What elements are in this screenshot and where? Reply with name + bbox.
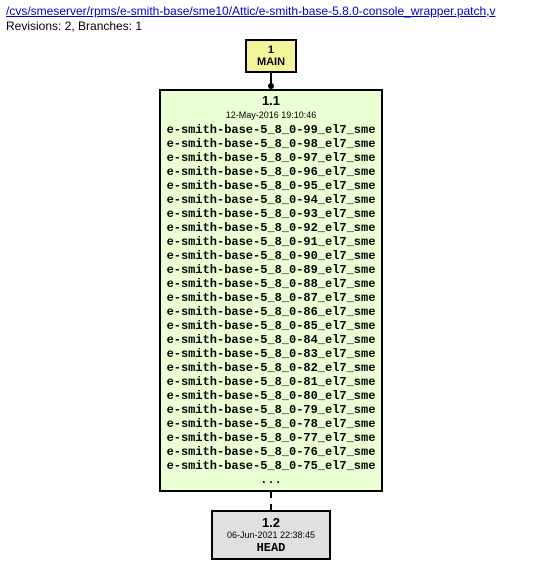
revision-tag: e-smith-base-5_8_0-77_el7_sme (167, 431, 376, 445)
revision-number: 1.1 (167, 94, 376, 108)
revision-tag: e-smith-base-5_8_0-89_el7_sme (167, 263, 376, 277)
revision-tag: e-smith-base-5_8_0-96_el7_sme (167, 165, 376, 179)
revision-tag: e-smith-base-5_8_0-94_el7_sme (167, 193, 376, 207)
revision-tag: e-smith-base-5_8_0-82_el7_sme (167, 361, 376, 375)
revision-tag: e-smith-base-5_8_0-98_el7_sme (167, 137, 376, 151)
revision-tag: e-smith-base-5_8_0-93_el7_sme (167, 207, 376, 221)
edge (268, 73, 274, 89)
revision-tag: e-smith-base-5_8_0-91_el7_sme (167, 235, 376, 249)
branch-label: MAIN (257, 56, 285, 68)
revision-tag: HEAD (227, 541, 315, 555)
revision-tag: e-smith-base-5_8_0-80_el7_sme (167, 389, 376, 403)
revision-number: 1.2 (227, 515, 315, 530)
revision-tag: e-smith-base-5_8_0-84_el7_sme (167, 333, 376, 347)
revision-tag: e-smith-base-5_8_0-86_el7_sme (167, 305, 376, 319)
dashed-edge (270, 492, 272, 510)
revision-date: 06-Jun-2021 22:38:45 (227, 530, 315, 540)
revision-graph: 1 MAIN 1.1 12-May-2016 19:10:46 e-smith-… (6, 39, 536, 560)
branch-number: 1 (257, 44, 285, 56)
revision-tag: e-smith-base-5_8_0-79_el7_sme (167, 403, 376, 417)
revision-tag: e-smith-base-5_8_0-95_el7_sme (167, 179, 376, 193)
revision-tag: e-smith-base-5_8_0-85_el7_sme (167, 319, 376, 333)
revision-node-1.2[interactable]: 1.2 06-Jun-2021 22:38:45 HEAD (211, 510, 331, 560)
revision-date: 12-May-2016 19:10:46 (167, 108, 376, 122)
revision-tag: e-smith-base-5_8_0-83_el7_sme (167, 347, 376, 361)
revision-summary: Revisions: 2, Branches: 1 (6, 19, 536, 33)
revision-tag: e-smith-base-5_8_0-78_el7_sme (167, 417, 376, 431)
revision-tag: e-smith-base-5_8_0-88_el7_sme (167, 277, 376, 291)
revision-tag: e-smith-base-5_8_0-99_el7_sme (167, 123, 376, 137)
branch-node-main[interactable]: 1 MAIN (245, 39, 297, 73)
revision-tag: e-smith-base-5_8_0-81_el7_sme (167, 375, 376, 389)
revision-tag: e-smith-base-5_8_0-75_el7_sme (167, 459, 376, 473)
revision-tag: e-smith-base-5_8_0-87_el7_sme (167, 291, 376, 305)
revision-node-1.1[interactable]: 1.1 12-May-2016 19:10:46 e-smith-base-5_… (159, 89, 384, 492)
file-path[interactable]: /cvs/smeserver/rpms/e-smith-base/sme10/A… (6, 4, 536, 18)
revision-tag: e-smith-base-5_8_0-76_el7_sme (167, 445, 376, 459)
revision-tag: e-smith-base-5_8_0-92_el7_sme (167, 221, 376, 235)
revision-tag: e-smith-base-5_8_0-90_el7_sme (167, 249, 376, 263)
revision-tag: e-smith-base-5_8_0-97_el7_sme (167, 151, 376, 165)
tags-ellipsis: ... (167, 473, 376, 487)
